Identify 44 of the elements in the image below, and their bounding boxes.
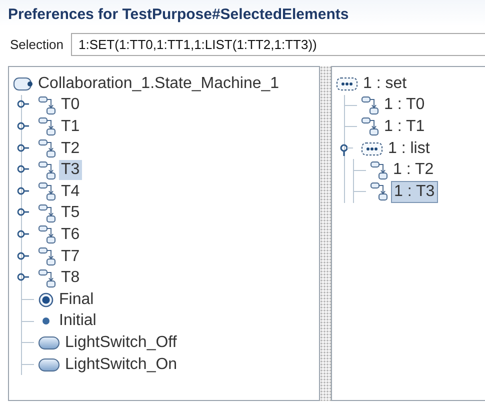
tree-item[interactable]: 1 : list (386, 138, 432, 159)
transition-icon (38, 139, 56, 158)
tree-item[interactable]: T6 (59, 224, 82, 245)
tree-item[interactable]: T1 (59, 116, 82, 137)
transition-icon (38, 182, 56, 202)
tree-item[interactable]: 1 : T0 (382, 95, 427, 116)
group-icon (361, 142, 383, 156)
tree-item[interactable]: Collaboration_1.State_Machine_1 (36, 74, 282, 94)
final-state-icon (38, 292, 54, 308)
transition-icon (38, 204, 56, 223)
dialog-title: Preferences for TestPurpose#SelectedElements (8, 6, 350, 23)
transition-icon (38, 225, 56, 244)
tree-item[interactable]: LightSwitch_On (63, 354, 180, 375)
tree-item[interactable]: T0 (59, 95, 82, 116)
state-icon (38, 358, 60, 372)
tree-item[interactable]: T4 (59, 182, 82, 202)
tree-item[interactable]: 1 : set (361, 74, 409, 94)
tree-item[interactable]: T8 (59, 268, 82, 288)
tree-expander-icon[interactable] (339, 142, 353, 156)
transition-icon (370, 160, 388, 180)
transition-icon (361, 96, 379, 115)
tree-item[interactable]: LightSwitch_Off (63, 332, 179, 353)
state-icon (38, 336, 60, 350)
group-icon (336, 76, 358, 91)
tree-item[interactable]: T7 (59, 246, 82, 267)
tree-item[interactable]: Initial (57, 311, 98, 332)
tree-item[interactable]: 1 : T3 (391, 180, 438, 203)
transition-icon (38, 247, 56, 266)
transition-icon (38, 117, 56, 136)
tree-item[interactable]: Final (57, 290, 96, 310)
tree-item[interactable]: T5 (59, 203, 82, 224)
tree-item[interactable]: 1 : T2 (391, 160, 436, 180)
transition-icon (370, 182, 388, 202)
tree-item[interactable]: 1 : T1 (382, 116, 427, 137)
transition-icon (38, 160, 56, 180)
state-machine-icon (13, 76, 33, 91)
transition-icon (361, 117, 379, 136)
tree-item[interactable]: T2 (59, 138, 82, 159)
transition-icon (38, 268, 56, 288)
selection-label: Selection (10, 37, 64, 52)
splitter-handle[interactable] (320, 66, 331, 401)
tree-item[interactable]: T3 (59, 160, 82, 180)
selection-field[interactable]: 1:SET(1:TT0,1:TT1,1:LIST(1:TT2,1:TT3)) (71, 33, 485, 56)
transition-icon (38, 96, 56, 115)
